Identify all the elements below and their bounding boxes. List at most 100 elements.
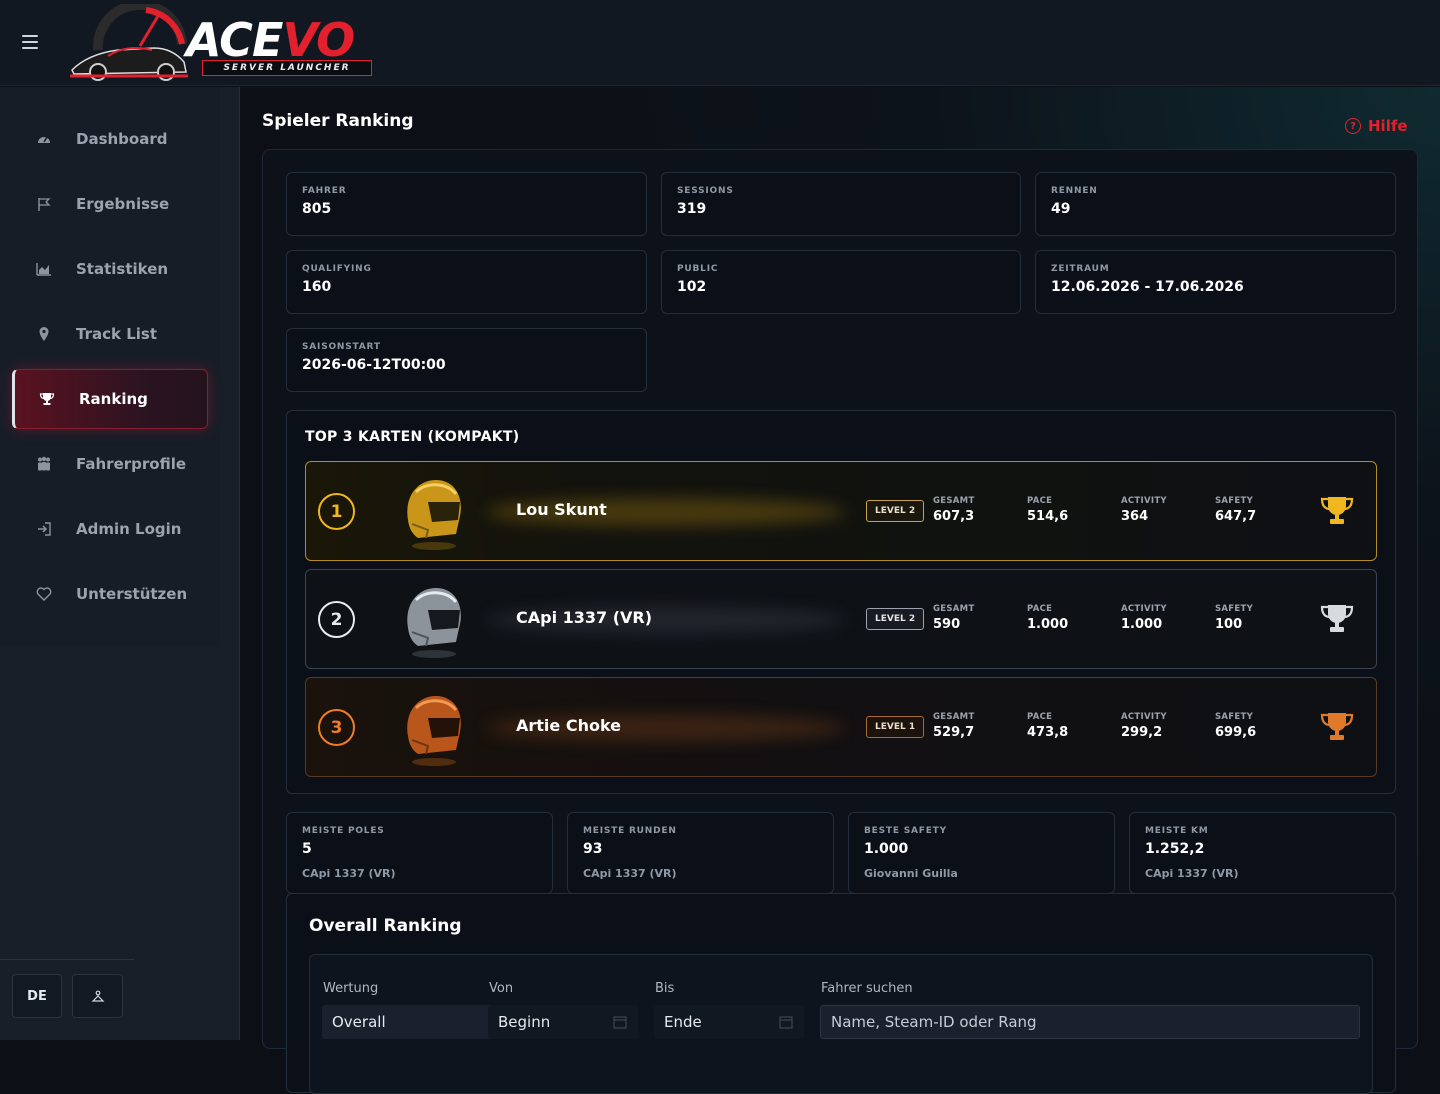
sidebar-item-dashboard[interactable]: Dashboard — [12, 109, 208, 169]
metric-label: GESAMT — [933, 604, 975, 614]
logo[interactable]: ACEVO SERVER LAUNCHER — [68, 4, 378, 82]
level-badge: LEVEL 2 — [866, 608, 925, 630]
stat-label: BESTE SAFETY — [864, 826, 947, 836]
record-card-poles: MEISTE POLES 5 CApi 1337 (VR) — [286, 812, 553, 894]
overall-ranking-section: Overall Ranking Wertung Overall Von Begi… — [286, 893, 1396, 1094]
metric-safety: SAFETY 100 — [1215, 604, 1253, 632]
top3-card-1[interactable]: 1 Lou Skunt LEVEL 2 GESAMT 607,3 PACE 514,… — [305, 461, 1377, 561]
sidebar-item-fahrerprofile[interactable]: Fahrerprofile — [12, 434, 208, 494]
metric-gesamt: GESAMT 607,3 — [933, 496, 975, 524]
metric-safety: SAFETY 647,7 — [1215, 496, 1256, 524]
stat-label: QUALIFYING — [302, 264, 372, 274]
sidebar-divider — [0, 959, 134, 960]
record-driver: CApi 1337 (VR) — [583, 867, 677, 880]
helmet-bronze-icon — [407, 696, 461, 766]
rank-badge: 2 — [318, 601, 355, 638]
stat-card-sessions: SESSIONS 319 — [661, 172, 1021, 236]
sidebar-item-label: Ergebnisse — [76, 195, 170, 213]
metric-label: PACE — [1027, 604, 1053, 614]
driver-search-input[interactable] — [820, 1005, 1360, 1039]
top3-title: TOP 3 KARTEN (KOMPAKT) — [305, 429, 520, 445]
rank-badge: 3 — [318, 709, 355, 746]
search-label: Fahrer suchen — [821, 981, 913, 996]
metric-value: 1.000 — [1121, 617, 1163, 632]
driver-name: Lou Skunt — [516, 500, 607, 519]
record-card-km: MEISTE KM 1.252,2 CApi 1337 (VR) — [1129, 812, 1396, 894]
metric-label: GESAMT — [933, 712, 975, 722]
stat-label: RENNEN — [1051, 186, 1098, 196]
metric-value: 100 — [1215, 617, 1243, 632]
gauge-icon — [12, 131, 76, 147]
stat-label: FAHRER — [302, 186, 347, 196]
metric-label: ACTIVITY — [1121, 604, 1167, 614]
stat-value: 1.000 — [864, 841, 909, 857]
users-icon — [12, 456, 76, 472]
metric-pace: PACE 1.000 — [1027, 604, 1068, 632]
help-icon: ? — [1345, 118, 1361, 134]
user-icon — [91, 990, 104, 1002]
trophy-icon — [15, 391, 79, 407]
sidebar-item-label: Unterstützen — [76, 585, 188, 603]
stat-card-zeitraum: ZEITRAUM 12.06.2026 - 17.06.2026 — [1035, 250, 1396, 314]
sidebar: Dashboard Ergebnisse Statistiken Track L… — [0, 87, 240, 1040]
stat-value: 160 — [302, 279, 332, 295]
metric-pace: PACE 473,8 — [1027, 712, 1068, 740]
stat-value: 1.252,2 — [1145, 841, 1205, 857]
page-title: Spieler Ranking — [262, 111, 414, 131]
stat-card-rennen: RENNEN 49 — [1035, 172, 1396, 236]
bis-label: Bis — [655, 981, 675, 996]
top3-section: TOP 3 KARTEN (KOMPAKT) 1 Lou Skunt LEVEL… — [286, 410, 1396, 794]
chart-icon — [12, 261, 76, 277]
metric-value: 1.000 — [1027, 617, 1069, 632]
sidebar-item-ranking[interactable]: Ranking — [12, 369, 208, 429]
record-driver: Giovanni Guilla — [864, 867, 958, 880]
wertung-label: Wertung — [323, 981, 379, 996]
metric-value: 514,6 — [1027, 509, 1069, 524]
metric-value: 607,3 — [933, 509, 975, 524]
stat-label: ZEITRAUM — [1051, 264, 1110, 274]
sidebar-item-label: Admin Login — [76, 520, 182, 538]
metric-label: PACE — [1027, 712, 1053, 722]
level-badge: LEVEL 2 — [866, 500, 925, 522]
filter-bar: Wertung Overall Von Beginn Bis Ende Fahr… — [309, 954, 1373, 1094]
language-button[interactable]: DE — [12, 974, 62, 1018]
metric-label: ACTIVITY — [1121, 712, 1167, 722]
menu-icon[interactable] — [18, 30, 42, 54]
trophy-bronze-icon — [1320, 713, 1354, 740]
metric-value: 647,7 — [1215, 509, 1257, 524]
sidebar-nav: Dashboard Ergebnisse Statistiken Track L… — [0, 87, 220, 647]
stat-label: SAISONSTART — [302, 342, 381, 352]
sidebar-item-label: Dashboard — [76, 130, 168, 148]
flag-icon — [12, 196, 76, 212]
calendar-icon[interactable] — [613, 1015, 627, 1029]
user-settings-button[interactable] — [72, 974, 123, 1018]
sidebar-item-admin-login[interactable]: Admin Login — [12, 499, 208, 559]
top3-card-3[interactable]: 3 Artie Choke LEVEL 1 GESAMT 529,7 PACE 47… — [305, 677, 1377, 777]
sidebar-item-label: Fahrerprofile — [76, 455, 187, 473]
overall-title: Overall Ranking — [309, 916, 462, 936]
metric-pace: PACE 514,6 — [1027, 496, 1068, 524]
trophy-gold-icon — [1320, 497, 1354, 524]
stat-value: 319 — [677, 201, 707, 217]
map-pin-icon — [12, 326, 76, 342]
stat-label: MEISTE RUNDEN — [583, 826, 677, 836]
metric-label: PACE — [1027, 496, 1053, 506]
record-card-runden: MEISTE RUNDEN 93 CApi 1337 (VR) — [567, 812, 834, 894]
stat-card-qualifying: QUALIFYING 160 — [286, 250, 647, 314]
car-logo-icon — [70, 4, 188, 81]
helmet-gold-icon — [407, 480, 461, 550]
sidebar-item-ergebnisse[interactable]: Ergebnisse — [12, 174, 208, 234]
stat-label: MEISTE KM — [1145, 826, 1209, 836]
sidebar-item-unterstuetzen[interactable]: Unterstützen — [12, 564, 208, 624]
sidebar-item-statistiken[interactable]: Statistiken — [12, 239, 208, 299]
top3-card-2[interactable]: 2 CApi 1337 (VR) LEVEL 2 GESAMT 590 PACE 1… — [305, 569, 1377, 669]
level-badge: LEVEL 1 — [866, 716, 925, 738]
record-driver: CApi 1337 (VR) — [1145, 867, 1239, 880]
sidebar-item-track-list[interactable]: Track List — [12, 304, 208, 364]
calendar-icon[interactable] — [779, 1015, 793, 1029]
stat-value: 12.06.2026 - 17.06.2026 — [1051, 279, 1244, 295]
help-link[interactable]: ? Hilfe — [1345, 117, 1408, 135]
stat-card-public: PUBLIC 102 — [661, 250, 1021, 314]
driver-name: Artie Choke — [516, 716, 622, 735]
metric-value: 699,6 — [1215, 725, 1257, 740]
